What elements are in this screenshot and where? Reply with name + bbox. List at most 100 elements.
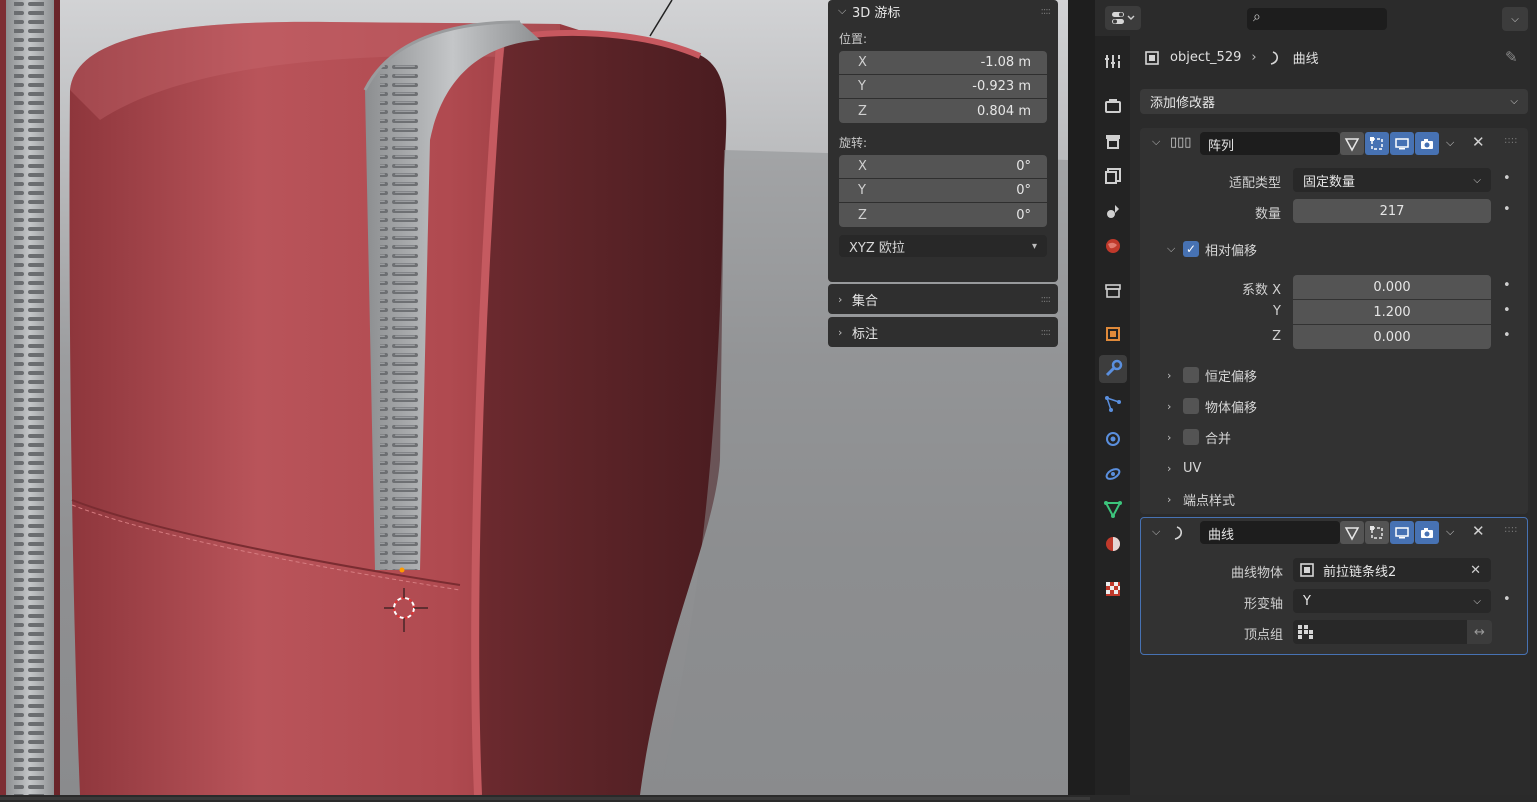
curve-object-field[interactable]: 前拉链条线2 ✕: [1293, 558, 1491, 582]
curve-modifier-panel: ⌵ 曲线 ⌵ ✕ :::: 曲线物体 前拉链条线2 ✕ 形变轴 Y ⌵ • 顶点…: [1140, 517, 1528, 655]
collection-tab[interactable]: [1099, 277, 1127, 305]
factor-y-field[interactable]: 1.200: [1293, 300, 1491, 324]
drag-grip-icon[interactable]: ::::: [1504, 524, 1517, 535]
edit-mode-cage-toggle[interactable]: [1340, 132, 1364, 155]
close-icon[interactable]: ✕: [1472, 133, 1485, 151]
keyframe-dot-icon[interactable]: •: [1503, 278, 1511, 293]
object-icon: [1300, 563, 1314, 577]
uv-subpanel[interactable]: › UV: [1167, 457, 1201, 479]
physics-tab[interactable]: [1099, 425, 1127, 453]
chevron-down-icon[interactable]: ⌵: [1446, 525, 1454, 539]
chevron-right-icon: ›: [1167, 430, 1172, 444]
properties-search-input[interactable]: ⌕: [1247, 8, 1387, 30]
relative-offset-subpanel[interactable]: ⌵ ✓ 相对偏移: [1167, 238, 1257, 260]
cursor-location-y-field[interactable]: Y -0.923 m: [839, 75, 1047, 99]
pin-icon[interactable]: ✎: [1505, 48, 1518, 66]
collections-panel[interactable]: › 集合 ::::: [828, 284, 1058, 314]
vertex-group-field[interactable]: [1293, 620, 1467, 644]
data-tab[interactable]: [1099, 495, 1127, 523]
annotation-panel-title: 标注: [852, 326, 879, 342]
factor-x-field[interactable]: 0.000: [1293, 275, 1491, 299]
invert-vertex-group-button[interactable]: ↔: [1467, 620, 1492, 644]
cursor-rotation-z-field[interactable]: Z 0°: [839, 203, 1047, 227]
constant-offset-subpanel[interactable]: › 恒定偏移: [1167, 364, 1257, 386]
chevron-down-icon[interactable]: ⌵: [1446, 136, 1454, 150]
add-modifier-button[interactable]: 添加修改器 ⌵: [1140, 89, 1528, 114]
factor-y-row: Y 1.200 •: [1140, 300, 1528, 324]
3d-cursor-panel-header[interactable]: ⌵ 3D 游标 ::::: [828, 0, 1058, 22]
material-tab[interactable]: [1099, 530, 1127, 558]
object-icon: [1106, 327, 1120, 341]
physics-icon: [1106, 432, 1120, 446]
rotation-mode-select[interactable]: XYZ 欧拉 ▾: [839, 235, 1047, 257]
drag-grip-icon[interactable]: ::::: [1504, 135, 1517, 146]
relative-offset-checkbox[interactable]: ✓: [1183, 241, 1199, 257]
viewport-display-toggle[interactable]: [1390, 132, 1414, 155]
location-label: 位置:: [839, 32, 868, 46]
cursor-rotation-x-field[interactable]: X 0°: [839, 155, 1047, 179]
curve-modifier-name-input[interactable]: 曲线: [1200, 521, 1340, 544]
array-modifier-header[interactable]: ⌵ ▯▯▯ 阵列 ⌵ ✕ ::::: [1140, 128, 1528, 160]
cage-icon: [1344, 137, 1360, 152]
chevron-down-icon[interactable]: ⌵: [1152, 525, 1160, 539]
object-tab[interactable]: [1099, 320, 1127, 348]
cursor-location-x-field[interactable]: X -1.08 m: [839, 51, 1047, 75]
render-toggle[interactable]: [1415, 521, 1439, 544]
factor-z-field[interactable]: 0.000: [1293, 325, 1491, 349]
particles-tab[interactable]: [1099, 390, 1127, 418]
render-toggle[interactable]: [1415, 132, 1439, 155]
render-icon: [1105, 99, 1121, 113]
on-cage-toggle[interactable]: [1340, 521, 1364, 544]
drag-grip-icon[interactable]: ::::: [1041, 327, 1052, 338]
field-value: 0°: [1016, 159, 1031, 174]
horizontal-scrollbar[interactable]: [0, 797, 1090, 800]
vertex-group-label: 顶点组: [1243, 628, 1283, 643]
keyframe-dot-icon[interactable]: •: [1503, 328, 1511, 343]
texture-tab[interactable]: [1099, 575, 1127, 603]
caps-subpanel[interactable]: › 端点样式: [1167, 488, 1235, 510]
cursor-rotation-y-field[interactable]: Y 0°: [839, 179, 1047, 203]
output-tab[interactable]: [1099, 127, 1127, 155]
keyframe-dot-icon[interactable]: •: [1503, 303, 1511, 318]
merge-subpanel[interactable]: › 合并: [1167, 426, 1231, 448]
editor-divider[interactable]: [1068, 0, 1095, 795]
clear-icon[interactable]: ✕: [1470, 563, 1481, 578]
array-modifier-name-input[interactable]: 阵列: [1200, 132, 1340, 155]
constant-offset-label: 恒定偏移: [1205, 369, 1258, 385]
chevron-down-icon: ▾: [1031, 240, 1037, 252]
options-menu-button[interactable]: ⌵: [1502, 7, 1528, 31]
keyframe-dot-icon[interactable]: •: [1503, 202, 1511, 217]
constant-offset-checkbox[interactable]: [1183, 367, 1199, 383]
tool-tab[interactable]: [1099, 48, 1127, 76]
chevron-down-icon: ⌵: [1167, 242, 1176, 255]
deform-axis-select[interactable]: Y ⌵: [1293, 589, 1491, 613]
constraints-tab[interactable]: [1099, 460, 1127, 488]
world-tab[interactable]: [1099, 232, 1127, 260]
object-offset-checkbox[interactable]: [1183, 398, 1199, 414]
chevron-right-icon: ›: [838, 325, 843, 339]
keyframe-dot-icon[interactable]: •: [1503, 171, 1511, 186]
3d-viewport[interactable]: ⌵ 3D 游标 :::: 位置: X -1.08 m Y -0.923 m Z …: [0, 0, 1068, 795]
chevron-down-icon[interactable]: ⌵: [1152, 135, 1160, 149]
edit-mode-toggle[interactable]: [1365, 132, 1389, 155]
drag-grip-icon[interactable]: ::::: [1041, 6, 1052, 17]
annotation-panel[interactable]: › 标注 ::::: [828, 317, 1058, 347]
editor-type-button[interactable]: [1105, 6, 1141, 30]
edit-mode-toggle[interactable]: [1365, 521, 1389, 544]
scene-tab[interactable]: [1099, 197, 1127, 225]
viewport-display-toggle[interactable]: [1390, 521, 1414, 544]
fit-type-select[interactable]: 固定数量 ⌵: [1293, 168, 1491, 192]
cursor-location-z-field[interactable]: Z 0.804 m: [839, 99, 1047, 123]
curve-modifier-header[interactable]: ⌵ 曲线 ⌵ ✕ ::::: [1141, 518, 1527, 550]
count-field[interactable]: 217: [1293, 199, 1491, 223]
merge-checkbox[interactable]: [1183, 429, 1199, 445]
chevron-right-icon: ›: [1167, 461, 1172, 475]
modifier-tab[interactable]: [1099, 355, 1127, 383]
render-tab[interactable]: [1099, 92, 1127, 120]
object-offset-subpanel[interactable]: › 物体偏移: [1167, 395, 1257, 417]
keyframe-dot-icon[interactable]: •: [1503, 592, 1511, 607]
close-icon[interactable]: ✕: [1472, 522, 1485, 540]
view-layer-tab[interactable]: [1099, 162, 1127, 190]
3d-cursor-panel: ⌵ 3D 游标 :::: 位置: X -1.08 m Y -0.923 m Z …: [828, 0, 1058, 282]
drag-grip-icon[interactable]: ::::: [1041, 294, 1052, 305]
